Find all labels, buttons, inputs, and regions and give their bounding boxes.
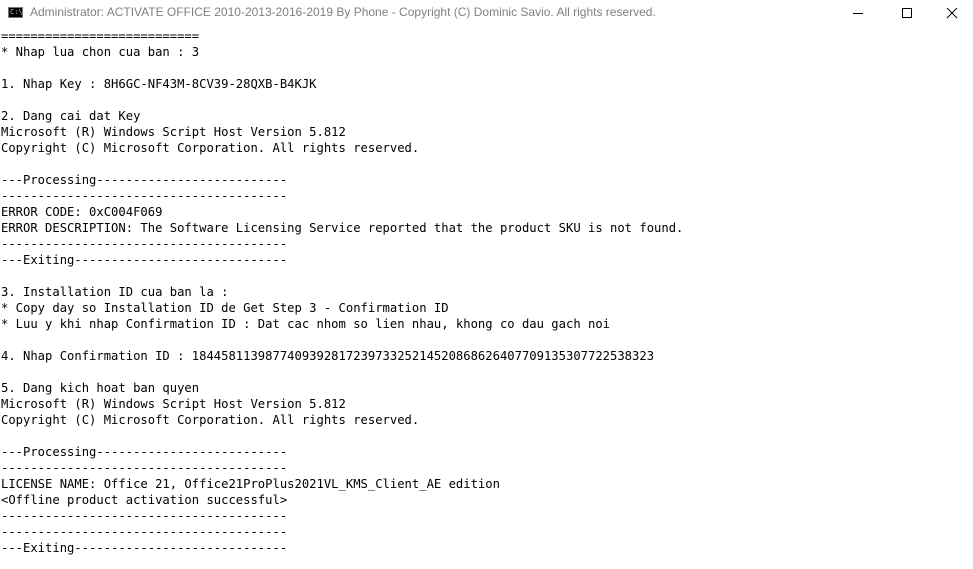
console-line: ERROR DESCRIPTION: The Software Licensin… [1,221,684,235]
console-line: ---Exiting----------------------------- [1,253,288,267]
window-title: Administrator: ACTIVATE OFFICE 2010-2013… [30,5,656,19]
console-line: Microsoft (R) Windows Script Host Versio… [1,397,346,411]
console-line: Copyright (C) Microsoft Corporation. All… [1,413,420,427]
title-bar[interactable]: C:\ Administrator: ACTIVATE OFFICE 2010-… [0,0,973,26]
console-line: * Luu y khi nhap Confirmation ID : Dat c… [1,317,611,331]
console-line: ---Processing-------------------------- [1,173,288,187]
close-icon [946,7,958,19]
console-line: 1. Nhap Key : 8H6GC-NF43M-8CV39-28QXB-B4… [1,77,317,91]
cmd-icon-label: C:\ [10,8,23,16]
minimize-button[interactable] [835,0,881,26]
console-line: --------------------------------------- [1,509,288,523]
console-line: 2. Dang cai dat Key [1,109,141,123]
console-line: =========================== [1,29,200,43]
console-line: --------------------------------------- [1,461,288,475]
console-line: * Nhap lua chon cua ban : 3 [1,45,200,59]
console-line: 4. Nhap Confirmation ID : 18445811398774… [1,349,655,363]
console-line: ---Exiting----------------------------- [1,541,288,555]
maximize-button[interactable] [884,0,930,26]
console-line: 3. Installation ID cua ban la : [1,285,229,299]
cmd-icon[interactable]: C:\ [8,7,23,18]
console-line: <Offline product activation successful> [1,493,288,507]
console-line: ---Processing-------------------------- [1,445,288,459]
console-line: ERROR CODE: 0xC004F069 [1,205,163,219]
console-line: --------------------------------------- [1,237,288,251]
console-line: 5. Dang kich hoat ban quyen [1,381,200,395]
console-line: --------------------------------------- [1,189,288,203]
maximize-icon [902,8,912,18]
console-line: * Copy day so Installation ID de Get Ste… [1,301,449,315]
minimize-icon [853,13,863,14]
console-line: --------------------------------------- [1,525,288,539]
console-window: C:\ Administrator: ACTIVATE OFFICE 2010-… [0,0,973,569]
console-line: Microsoft (R) Windows Script Host Versio… [1,125,346,139]
close-button[interactable] [929,0,973,26]
console-output[interactable]: =========================== * Nhap lua c… [0,28,973,569]
console-line: LICENSE NAME: Office 21, Office21ProPlus… [1,477,500,491]
console-line: Copyright (C) Microsoft Corporation. All… [1,141,420,155]
